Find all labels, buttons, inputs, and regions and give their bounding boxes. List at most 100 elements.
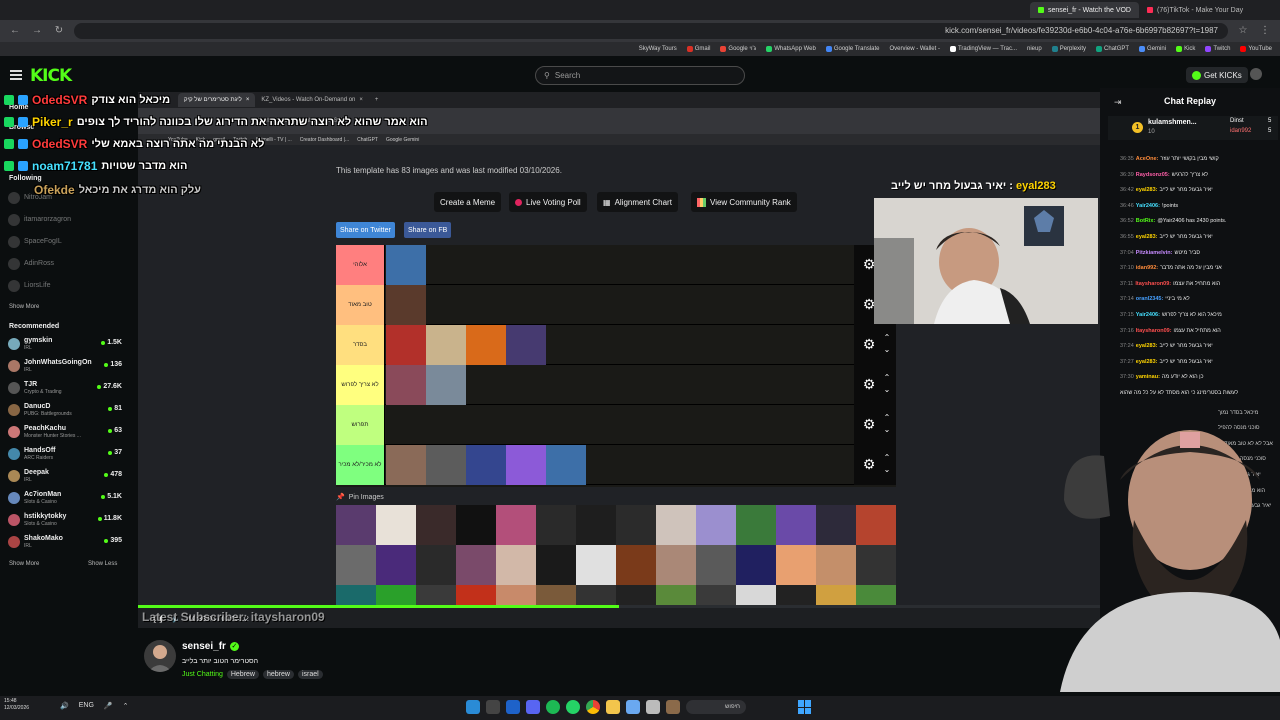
sidebar-item-recommended[interactable]: ShakoMako IRL 395 <box>8 534 122 550</box>
sidebar-item-following[interactable]: AdinRoss <box>8 256 122 272</box>
inner-tab-kz-videos[interactable]: KZ_Videos - Watch On-Demand on × <box>255 93 369 107</box>
gear-icon[interactable]: ⚙ <box>862 417 876 431</box>
sidebar-item-recommended[interactable]: HandsOff ARC Raiders 37 <box>8 446 122 462</box>
bookmark-wallet[interactable]: Overview - Wallet - <box>890 46 940 52</box>
inner-tab-tiermaker[interactable]: ליגת סטרימרים של קיק × <box>178 93 256 107</box>
chrome-icon[interactable] <box>586 700 600 714</box>
new-tab-plus-icon[interactable]: + <box>369 93 385 107</box>
pin-image[interactable] <box>416 505 456 545</box>
tier-image[interactable] <box>426 365 466 405</box>
whatsapp-icon[interactable] <box>566 700 580 714</box>
spotify-icon[interactable] <box>546 700 560 714</box>
tier-image[interactable] <box>386 325 426 365</box>
tier-image[interactable] <box>386 445 426 485</box>
menu-dots-icon[interactable]: ⋮ <box>1258 24 1272 38</box>
profile-avatar-icon[interactable] <box>1250 68 1262 80</box>
pin-image[interactable] <box>696 585 736 605</box>
chat-username[interactable]: Yair2406: <box>1136 203 1160 209</box>
taskbar-search[interactable]: חיפוש <box>686 700 746 714</box>
pin-image[interactable] <box>336 545 376 585</box>
chevron-down-icon[interactable]: ⌄ <box>882 384 892 396</box>
pin-image[interactable] <box>376 585 416 605</box>
inner-bookmark[interactable]: Creator Dashboard |... <box>300 137 349 143</box>
sidebar-item-recommended[interactable]: Deepak IRL 478 <box>8 468 122 484</box>
pin-image[interactable] <box>816 585 856 605</box>
pin-image[interactable] <box>776 545 816 585</box>
pin-image[interactable] <box>456 545 496 585</box>
bookmark-translate[interactable]: Google Translate <box>825 46 880 52</box>
pin-image[interactable] <box>336 505 376 545</box>
search-input[interactable]: ⚲ Search <box>535 66 745 85</box>
chat-username[interactable]: idan992: <box>1136 265 1158 271</box>
bookmark-gmail[interactable]: Gmail <box>686 46 710 52</box>
reload-icon[interactable]: ↻ <box>52 24 66 38</box>
tier-image[interactable] <box>466 445 506 485</box>
show-more-following[interactable]: Show More <box>9 304 39 310</box>
close-icon[interactable]: × <box>246 97 250 103</box>
app-icon[interactable] <box>486 700 500 714</box>
app-icon[interactable] <box>646 700 660 714</box>
folder-icon[interactable] <box>606 700 620 714</box>
discord-icon[interactable] <box>526 700 540 714</box>
pin-image[interactable] <box>496 505 536 545</box>
pin-image[interactable] <box>376 545 416 585</box>
chevron-up-icon[interactable]: ⌃ <box>123 702 129 710</box>
pin-image[interactable] <box>696 545 736 585</box>
app-icon[interactable] <box>666 700 680 714</box>
chevron-down-icon[interactable]: ⌄ <box>882 344 892 356</box>
pin-image[interactable] <box>736 585 776 605</box>
gear-icon[interactable]: ⚙ <box>862 337 876 351</box>
pin-image[interactable] <box>616 505 656 545</box>
live-voting-poll-button[interactable]: Live Voting Poll <box>509 192 587 212</box>
pin-image[interactable] <box>576 585 616 605</box>
app-icon[interactable] <box>626 700 640 714</box>
tier-image[interactable] <box>386 365 426 405</box>
show-more-recommended[interactable]: Show More <box>9 561 39 567</box>
video-progress-bar[interactable] <box>138 605 1100 608</box>
tier-image[interactable] <box>386 285 426 325</box>
sidebar-item-following[interactable]: SpaceFogIL <box>8 234 122 250</box>
outer-tab-kick-vod[interactable]: sensei_fr - Watch the VOD <box>1030 2 1139 18</box>
chevron-down-icon[interactable]: ⌄ <box>882 464 892 476</box>
outer-address-field[interactable]: kick.com/sensei_fr/videos/fe39230d-e6b0-… <box>74 23 1228 39</box>
sidebar-item-recommended[interactable]: PeachKachu Monster Hunter Stories ... 63 <box>8 424 122 440</box>
pin-image[interactable] <box>816 505 856 545</box>
streamer-name[interactable]: sensei_fr ✓ <box>182 641 239 652</box>
sidebar-item-following[interactable]: LiorsLife <box>8 278 122 294</box>
chat-username[interactable]: Itaysharon09: <box>1136 328 1172 334</box>
bookmark-skyway[interactable]: SkyWay Tours <box>639 46 677 52</box>
chat-username[interactable]: eyal283: <box>1136 359 1158 365</box>
sidebar-item-recommended[interactable]: Ac7ionMan Slots & Casino 5.1K <box>8 490 122 506</box>
pin-image[interactable] <box>536 585 576 605</box>
bookmark-tradingview[interactable]: TradingView — Trac... <box>949 46 1017 52</box>
tier-image[interactable] <box>546 445 586 485</box>
pin-image[interactable] <box>456 585 496 605</box>
inner-bookmark[interactable]: Google Gemini <box>386 137 419 143</box>
outer-tab-tiktok[interactable]: (76)TikTok - Make Your Day <box>1139 2 1251 18</box>
pin-image[interactable] <box>536 505 576 545</box>
chat-username[interactable]: Raydsonz05: <box>1136 172 1170 178</box>
gear-icon[interactable]: ⚙ <box>862 457 876 471</box>
pin-image[interactable] <box>536 545 576 585</box>
app-icon[interactable] <box>506 700 520 714</box>
chevron-up-icon[interactable]: ⌃ <box>882 372 892 384</box>
bookmark-youtube[interactable]: YouTube <box>1240 46 1272 52</box>
pin-image[interactable] <box>656 505 696 545</box>
chat-username[interactable]: eyal283: <box>1136 343 1158 349</box>
app-icon[interactable] <box>466 700 480 714</box>
alignment-chart-button[interactable]: ▦ Alignment Chart <box>597 192 678 212</box>
tier-image[interactable] <box>426 325 466 365</box>
sidebar-item-recommended[interactable]: TJR Crypto & Trading 27.6K <box>8 380 122 396</box>
pin-image[interactable] <box>696 505 736 545</box>
pin-image[interactable] <box>616 585 656 605</box>
share-twitter-button[interactable]: Share on Twitter <box>336 222 395 238</box>
sidebar-item-recommended[interactable]: JohnWhatsGoingOn IRL 136 <box>8 358 122 374</box>
bookmark-twitch[interactable]: Twitch <box>1205 46 1230 52</box>
bookmark-google[interactable]: Google ג'וי <box>720 46 756 52</box>
pin-image[interactable] <box>816 545 856 585</box>
pin-image[interactable] <box>576 545 616 585</box>
inner-bookmark[interactable]: ChatGPT <box>357 137 378 143</box>
pin-image[interactable] <box>376 505 416 545</box>
forward-arrow-icon[interactable]: → <box>30 24 44 38</box>
create-meme-button[interactable]: Create a Meme <box>434 192 502 212</box>
